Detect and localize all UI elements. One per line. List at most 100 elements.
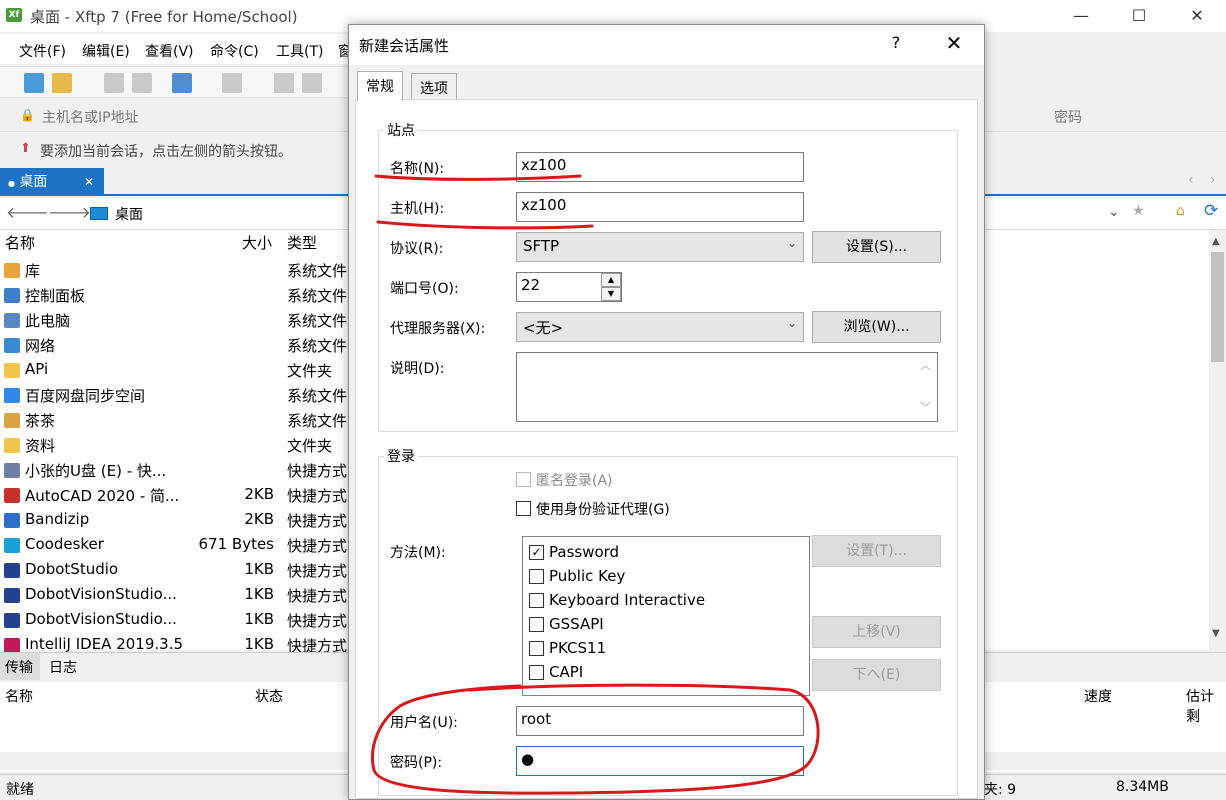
protocol-settings-button[interactable]: 设置(S)...: [812, 231, 941, 263]
scroll-up-icon[interactable]: ▲: [1212, 236, 1220, 247]
file-row[interactable]: APi 文件夹: [0, 358, 360, 383]
transfer-column-speed[interactable]: 速度: [1084, 686, 1112, 706]
protocol-select[interactable]: SFTP ⌄: [516, 232, 804, 262]
refresh-icon[interactable]: ⟳: [1204, 201, 1218, 221]
file-size: 2KB: [244, 510, 274, 528]
file-row[interactable]: 小张的U盘 (E) - 快... 快捷方式: [0, 458, 360, 483]
password-address-input[interactable]: 密码: [1054, 107, 1082, 127]
file-row[interactable]: DobotVisionStudio... 1KB 快捷方式: [0, 608, 360, 633]
favorite-icon[interactable]: ★: [1132, 203, 1145, 219]
agent-checkbox[interactable]: [516, 501, 531, 516]
auth-method-label: Public Key: [549, 567, 626, 585]
properties-icon[interactable]: [172, 73, 192, 93]
move-down-button[interactable]: 下へ(E): [812, 659, 941, 691]
file-row[interactable]: Bandizip 2KB 快捷方式: [0, 508, 360, 533]
menu-tools[interactable]: 工具(T): [276, 41, 323, 61]
site-group-label: 站点: [384, 120, 418, 140]
file-row[interactable]: 此电脑 系统文件: [0, 308, 360, 333]
file-row[interactable]: 茶茶 系统文件: [0, 408, 360, 433]
auth-method-checkbox[interactable]: [529, 617, 544, 632]
username-input[interactable]: root: [516, 706, 804, 736]
port-up-icon[interactable]: ▲: [601, 273, 621, 287]
file-row[interactable]: 百度网盘同步空间 系统文件: [0, 383, 360, 408]
column-size[interactable]: 大小: [242, 232, 272, 253]
scroll-thumb[interactable]: [1211, 252, 1224, 362]
tab-prev-icon[interactable]: ‹: [1188, 172, 1194, 188]
open-folder-icon[interactable]: [52, 73, 72, 93]
port-label: 端口号(O):: [390, 281, 459, 297]
paste-icon[interactable]: [302, 73, 322, 93]
auth-method-checkbox[interactable]: [529, 665, 544, 680]
file-row[interactable]: 控制面板 系统文件: [0, 283, 360, 308]
password-input[interactable]: ●: [516, 746, 804, 776]
column-type[interactable]: 类型: [287, 232, 317, 253]
file-name: DobotStudio: [25, 560, 119, 578]
maximize-button[interactable]: ☐: [1110, 0, 1168, 32]
new-session-icon[interactable]: [24, 73, 44, 93]
tab-transfer[interactable]: 传输: [0, 653, 40, 680]
copy-icon[interactable]: [274, 73, 294, 93]
auth-method-label: PKCS11: [549, 639, 607, 657]
forward-icon[interactable]: 🡒: [48, 202, 91, 222]
tab-log[interactable]: 日志: [49, 657, 77, 677]
file-row[interactable]: 库 系统文件: [0, 258, 360, 283]
password-label: 密码(P):: [390, 755, 443, 771]
disconnect-icon[interactable]: [132, 73, 152, 93]
anonymous-checkbox[interactable]: [516, 472, 531, 487]
auth-method-checkbox[interactable]: ✓: [529, 545, 544, 560]
file-row[interactable]: 资料 文件夹: [0, 433, 360, 458]
file-row[interactable]: AutoCAD 2020 - 简... 2KB 快捷方式: [0, 483, 360, 508]
name-input[interactable]: xz100: [516, 152, 804, 182]
menu-file[interactable]: 文件(F): [19, 41, 66, 61]
auth-method-checkbox[interactable]: [529, 569, 544, 584]
host-input[interactable]: xz100: [516, 192, 804, 222]
transfer-column-name[interactable]: 名称: [5, 686, 33, 706]
chevron-down-icon: ⌄: [786, 236, 797, 250]
close-window-button[interactable]: ✕: [1168, 0, 1226, 32]
tab-general[interactable]: 常规: [357, 71, 403, 101]
menu-command[interactable]: 命令(C): [210, 41, 259, 61]
file-list-scrollbar[interactable]: ▲ ▼: [1209, 230, 1226, 650]
folder-icon: [4, 363, 20, 378]
transfer-column-status[interactable]: 状态: [255, 686, 283, 706]
home-icon[interactable]: ⌂: [1176, 203, 1185, 219]
auth-method-checkbox[interactable]: [529, 641, 544, 656]
file-row[interactable]: DobotStudio 1KB 快捷方式: [0, 558, 360, 583]
connect-icon[interactable]: [104, 73, 124, 93]
file-name: 网络: [25, 337, 56, 355]
column-name[interactable]: 名称: [5, 232, 35, 253]
minimize-button[interactable]: —: [1052, 0, 1110, 32]
help-button[interactable]: ?: [883, 33, 909, 52]
path-text[interactable]: 桌面: [115, 204, 143, 224]
move-up-button[interactable]: 上移(V): [812, 616, 941, 648]
method-settings-button[interactable]: 设置(T)...: [812, 535, 941, 567]
proxy-select[interactable]: <无> ⌄: [516, 312, 804, 342]
dialog-close-button[interactable]: ✕: [939, 31, 969, 55]
description-textarea[interactable]: ︿ ﹀: [516, 352, 938, 422]
xftp-app-icon: Xf: [6, 8, 22, 22]
auth-method-checkbox[interactable]: [529, 593, 544, 608]
menu-view[interactable]: 查看(V): [145, 41, 194, 61]
tab-close-icon[interactable]: ✕: [84, 168, 94, 196]
file-row[interactable]: 网络 系统文件: [0, 333, 360, 358]
tab-desktop[interactable]: ● 桌面 ✕: [0, 168, 104, 196]
terminal-icon[interactable]: [222, 73, 242, 93]
description-label: 说明(D):: [390, 361, 445, 377]
tab-options[interactable]: 选项: [411, 73, 457, 99]
file-size: 1KB: [244, 585, 274, 603]
tab-next-icon[interactable]: ›: [1210, 172, 1216, 188]
file-row[interactable]: Coodesker 671 Bytes 快捷方式: [0, 533, 360, 558]
port-down-icon[interactable]: ▼: [601, 287, 621, 301]
proxy-value: <无>: [523, 319, 564, 337]
status-size: 8.34MB: [1116, 779, 1169, 795]
back-icon[interactable]: 🡐: [6, 202, 49, 222]
transfer-column-eta[interactable]: 估计剩: [1186, 686, 1226, 726]
path-dropdown-icon[interactable]: ⌄: [1108, 204, 1120, 220]
scroll-down-icon[interactable]: ▼: [1212, 628, 1220, 639]
proxy-browse-button[interactable]: 浏览(W)...: [812, 311, 941, 343]
menu-edit[interactable]: 编辑(E): [82, 41, 130, 61]
file-row[interactable]: DobotVisionStudio... 1KB 快捷方式: [0, 583, 360, 608]
host-address-input[interactable]: 主机名或IP地址: [42, 107, 139, 127]
auth-method-list[interactable]: ✓ Password Public Key Keyboard Interactive G…: [522, 536, 810, 696]
file-type: 快捷方式: [287, 512, 348, 530]
